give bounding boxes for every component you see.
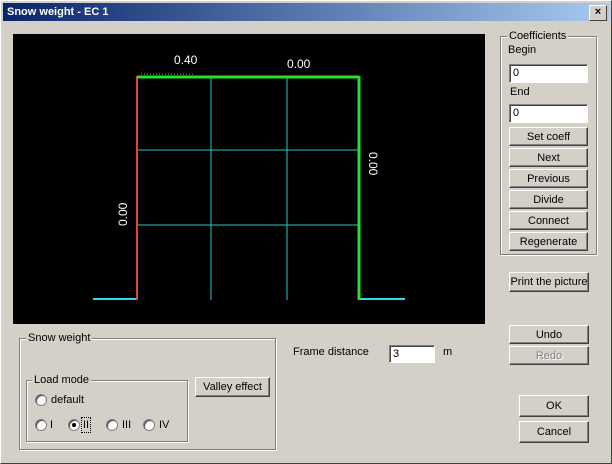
load-mode-default-label: default bbox=[51, 394, 85, 406]
load-mode-group-label: Load mode bbox=[32, 374, 92, 386]
label-roof-right-coeff: 0.00 bbox=[287, 57, 311, 71]
frame-distance-unit: m bbox=[443, 346, 453, 358]
window-title: Snow weight - EC 1 bbox=[7, 6, 109, 18]
load-mode-iv-label: IV bbox=[159, 419, 170, 431]
load-mode-iii-label: III bbox=[122, 419, 132, 431]
end-input[interactable]: 0 bbox=[509, 104, 588, 123]
previous-button[interactable]: Previous bbox=[509, 169, 588, 188]
load-mode-default-radio[interactable] bbox=[35, 394, 47, 406]
coefficients-group-label: Coefficients bbox=[507, 30, 569, 42]
begin-input[interactable]: 0 bbox=[509, 64, 588, 83]
regenerate-button[interactable]: Regenerate bbox=[509, 232, 588, 251]
label-left-column-coeff: 0.00 bbox=[116, 202, 130, 226]
load-mode-iv-radio[interactable] bbox=[143, 419, 155, 431]
snow-weight-group-label: Snow weight bbox=[26, 332, 93, 344]
undo-button[interactable]: Undo bbox=[509, 325, 589, 344]
load-mode-ii-label: II bbox=[80, 417, 92, 433]
close-button[interactable]: × bbox=[589, 5, 607, 21]
label-right-column-coeff: 0.00 bbox=[366, 152, 380, 176]
cancel-button[interactable]: Cancel bbox=[519, 421, 589, 443]
load-mode-group: Load mode bbox=[26, 374, 188, 442]
set-coeff-button[interactable]: Set coeff bbox=[509, 127, 588, 146]
print-picture-button[interactable]: Print the picture bbox=[509, 272, 589, 292]
frame-drawing-canvas: 0.40 0.00 0.00 0.00 bbox=[13, 34, 485, 324]
load-mode-i-label: I bbox=[50, 419, 54, 431]
label-roof-left-coeff: 0.40 bbox=[174, 53, 198, 67]
ok-button[interactable]: OK bbox=[519, 395, 589, 417]
next-button[interactable]: Next bbox=[509, 148, 588, 167]
load-mode-ii-radio[interactable] bbox=[68, 419, 80, 431]
begin-label: Begin bbox=[508, 44, 537, 56]
valley-effect-button[interactable]: Valley effect bbox=[195, 377, 270, 397]
frame-distance-input[interactable]: 3 bbox=[389, 345, 435, 363]
divide-button[interactable]: Divide bbox=[509, 190, 588, 209]
redo-button[interactable]: Redo bbox=[509, 346, 589, 365]
load-mode-i-radio[interactable] bbox=[35, 419, 47, 431]
load-mode-iii-radio[interactable] bbox=[106, 419, 118, 431]
connect-button[interactable]: Connect bbox=[509, 211, 588, 230]
end-label: End bbox=[510, 86, 530, 98]
title-bar: Snow weight - EC 1 × bbox=[3, 3, 609, 21]
frame-distance-label: Frame distance bbox=[293, 346, 369, 358]
